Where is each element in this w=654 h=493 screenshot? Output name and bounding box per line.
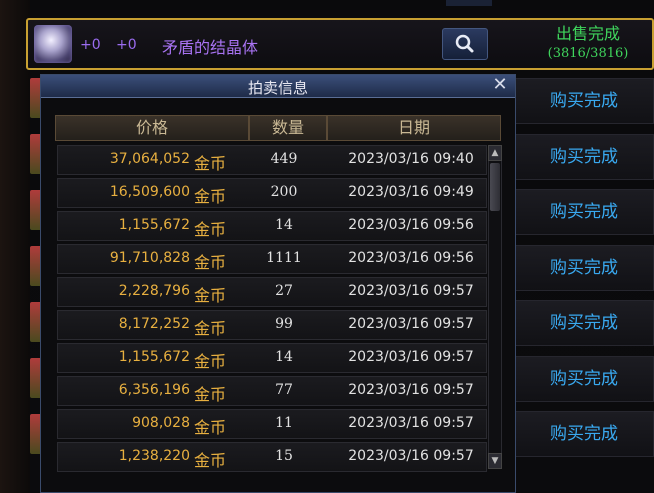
selected-item-row[interactable]: +0 +0 矛盾的结晶体 出售完成 (3816/3816) [26,18,654,70]
scrollbar-thumb[interactable] [490,163,500,211]
table-row: 6,356,196 金币 77 2023/03/16 09:57 [57,376,487,406]
sale-count: (3816/3816) [547,46,629,61]
sale-status: 出售完成 [555,24,620,43]
currency-unit: 金币 [194,418,227,437]
table-row: 1,155,672 金币 14 2023/03/16 09:56 [57,211,487,241]
table-row: 1,238,220 金币 15 2023/03/16 09:57 [57,442,487,472]
currency-unit: 金币 [194,253,227,272]
date-value: 2023/03/16 09:57 [348,316,474,332]
table-row: 91,710,828 金币 1111 2023/03/16 09:56 [57,244,487,274]
purchase-complete-button[interactable]: 购买完成 [514,134,654,180]
price-value: 1,155,672 [118,349,190,365]
purchase-complete-button[interactable]: 购买完成 [514,300,654,346]
quantity-value: 15 [275,448,293,464]
currency-unit: 金币 [194,451,227,470]
date-value: 2023/03/16 09:40 [348,151,474,167]
table-row: 37,064,052 金币 449 2023/03/16 09:40 [57,145,487,175]
price-value: 908,028 [132,415,190,431]
left-decor-strip [0,0,30,493]
quantity-value: 14 [275,349,293,365]
price-value: 16,509,600 [109,184,190,200]
quantity-value: 77 [275,382,293,398]
refine-level: +0 [116,37,137,53]
date-value: 2023/03/16 09:49 [348,184,474,200]
price-value: 2,228,796 [118,283,190,299]
item-name: 矛盾的结晶体 [162,38,259,57]
currency-unit: 金币 [194,352,227,371]
table-row: 8,172,252 金币 99 2023/03/16 09:57 [57,310,487,340]
date-value: 2023/03/16 09:57 [348,382,474,398]
price-value: 1,238,220 [118,448,190,464]
price-value: 1,155,672 [118,217,190,233]
date-value: 2023/03/16 09:57 [348,349,474,365]
price-value: 91,710,828 [109,250,190,266]
dialog-title: 拍卖信息 [247,79,308,97]
scroll-down-arrow-icon[interactable]: ▼ [488,453,502,469]
date-value: 2023/03/16 09:57 [348,283,474,299]
auction-info-dialog: 拍卖信息 ✕ 价格 数量 日期 37,064,052 金币 449 2023/0… [40,74,516,493]
table-row: 2,228,796 金币 27 2023/03/16 09:57 [57,277,487,307]
background-row-overlap [41,97,515,115]
upgrade-level: +0 [80,37,101,53]
date-value: 2023/03/16 09:57 [348,448,474,464]
quantity-value: 11 [275,415,293,431]
quantity-value: 14 [275,217,293,233]
price-value: 37,064,052 [109,151,190,167]
quantity-value: 449 [270,151,298,167]
currency-unit: 金币 [194,220,227,239]
column-header-qty: 数量 [249,115,327,141]
table-row: 908,028 金币 11 2023/03/16 09:57 [57,409,487,439]
scroll-up-arrow-icon[interactable]: ▲ [488,145,502,161]
partial-button-top[interactable] [446,0,492,6]
dialog-title-bar[interactable]: 拍卖信息 ✕ [41,75,515,98]
table-row: 16,509,600 金币 200 2023/03/16 09:49 [57,178,487,208]
currency-unit: 金币 [194,286,227,305]
column-header-date: 日期 [327,115,501,141]
quantity-value: 200 [270,184,298,200]
quantity-value: 27 [275,283,293,299]
currency-unit: 金币 [194,187,227,206]
price-value: 8,172,252 [118,316,190,332]
purchase-complete-button[interactable]: 购买完成 [514,78,654,124]
table-row: 1,155,672 金币 14 2023/03/16 09:57 [57,343,487,373]
date-value: 2023/03/16 09:57 [348,415,474,431]
quantity-value: 99 [275,316,293,332]
currency-unit: 金币 [194,385,227,404]
purchase-complete-button[interactable]: 购买完成 [514,411,654,457]
column-header-price: 价格 [55,115,249,141]
close-icon[interactable]: ✕ [491,76,509,94]
date-value: 2023/03/16 09:56 [348,217,474,233]
purchase-complete-button[interactable]: 购买完成 [514,356,654,402]
currency-unit: 金币 [194,154,227,173]
date-value: 2023/03/16 09:56 [348,250,474,266]
search-button[interactable] [442,28,488,60]
price-value: 6,356,196 [118,382,190,398]
search-icon [455,34,474,53]
purchase-complete-button[interactable]: 购买完成 [514,245,654,291]
quantity-value: 1111 [266,250,302,266]
purchase-complete-button[interactable]: 购买完成 [514,189,654,235]
crystal-item-icon [34,25,72,63]
currency-unit: 金币 [194,319,227,338]
